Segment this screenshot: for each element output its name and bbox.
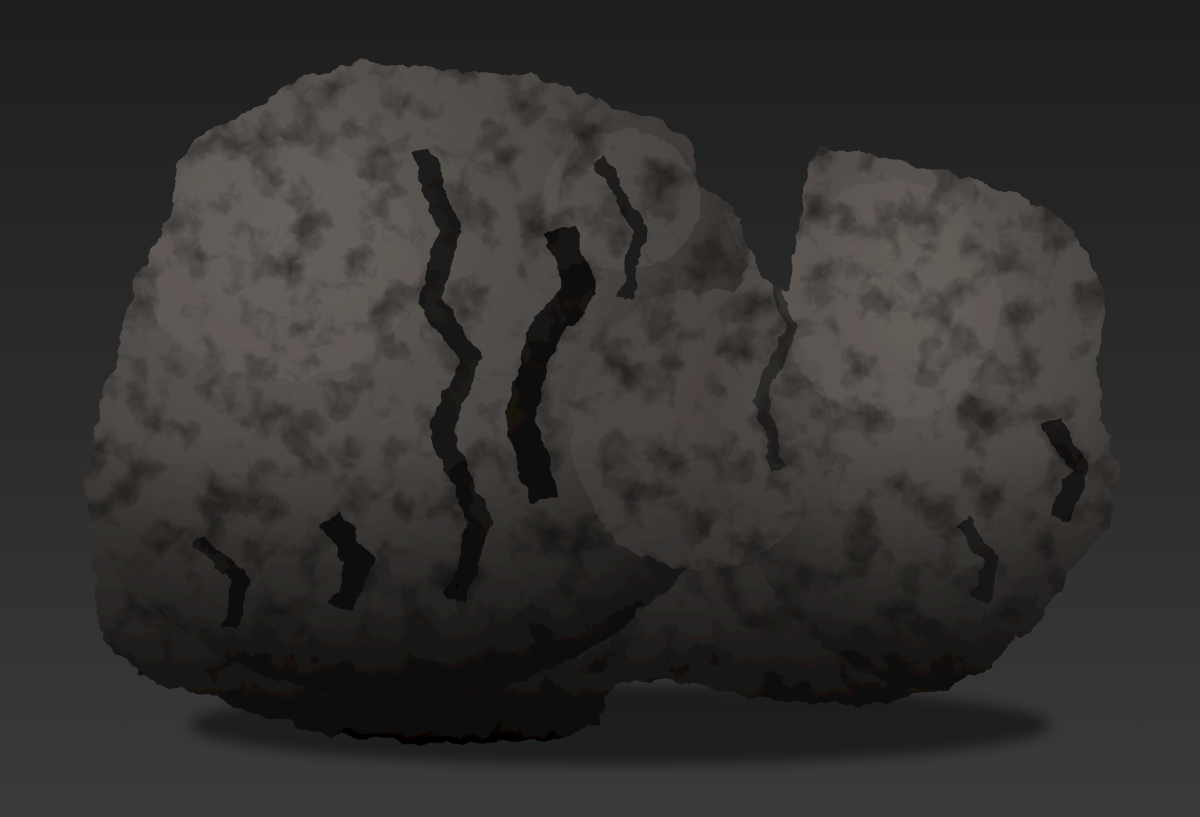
3d-viewport[interactable] — [0, 0, 1200, 817]
rock-render — [86, 62, 1118, 765]
rock-body — [86, 62, 1118, 745]
